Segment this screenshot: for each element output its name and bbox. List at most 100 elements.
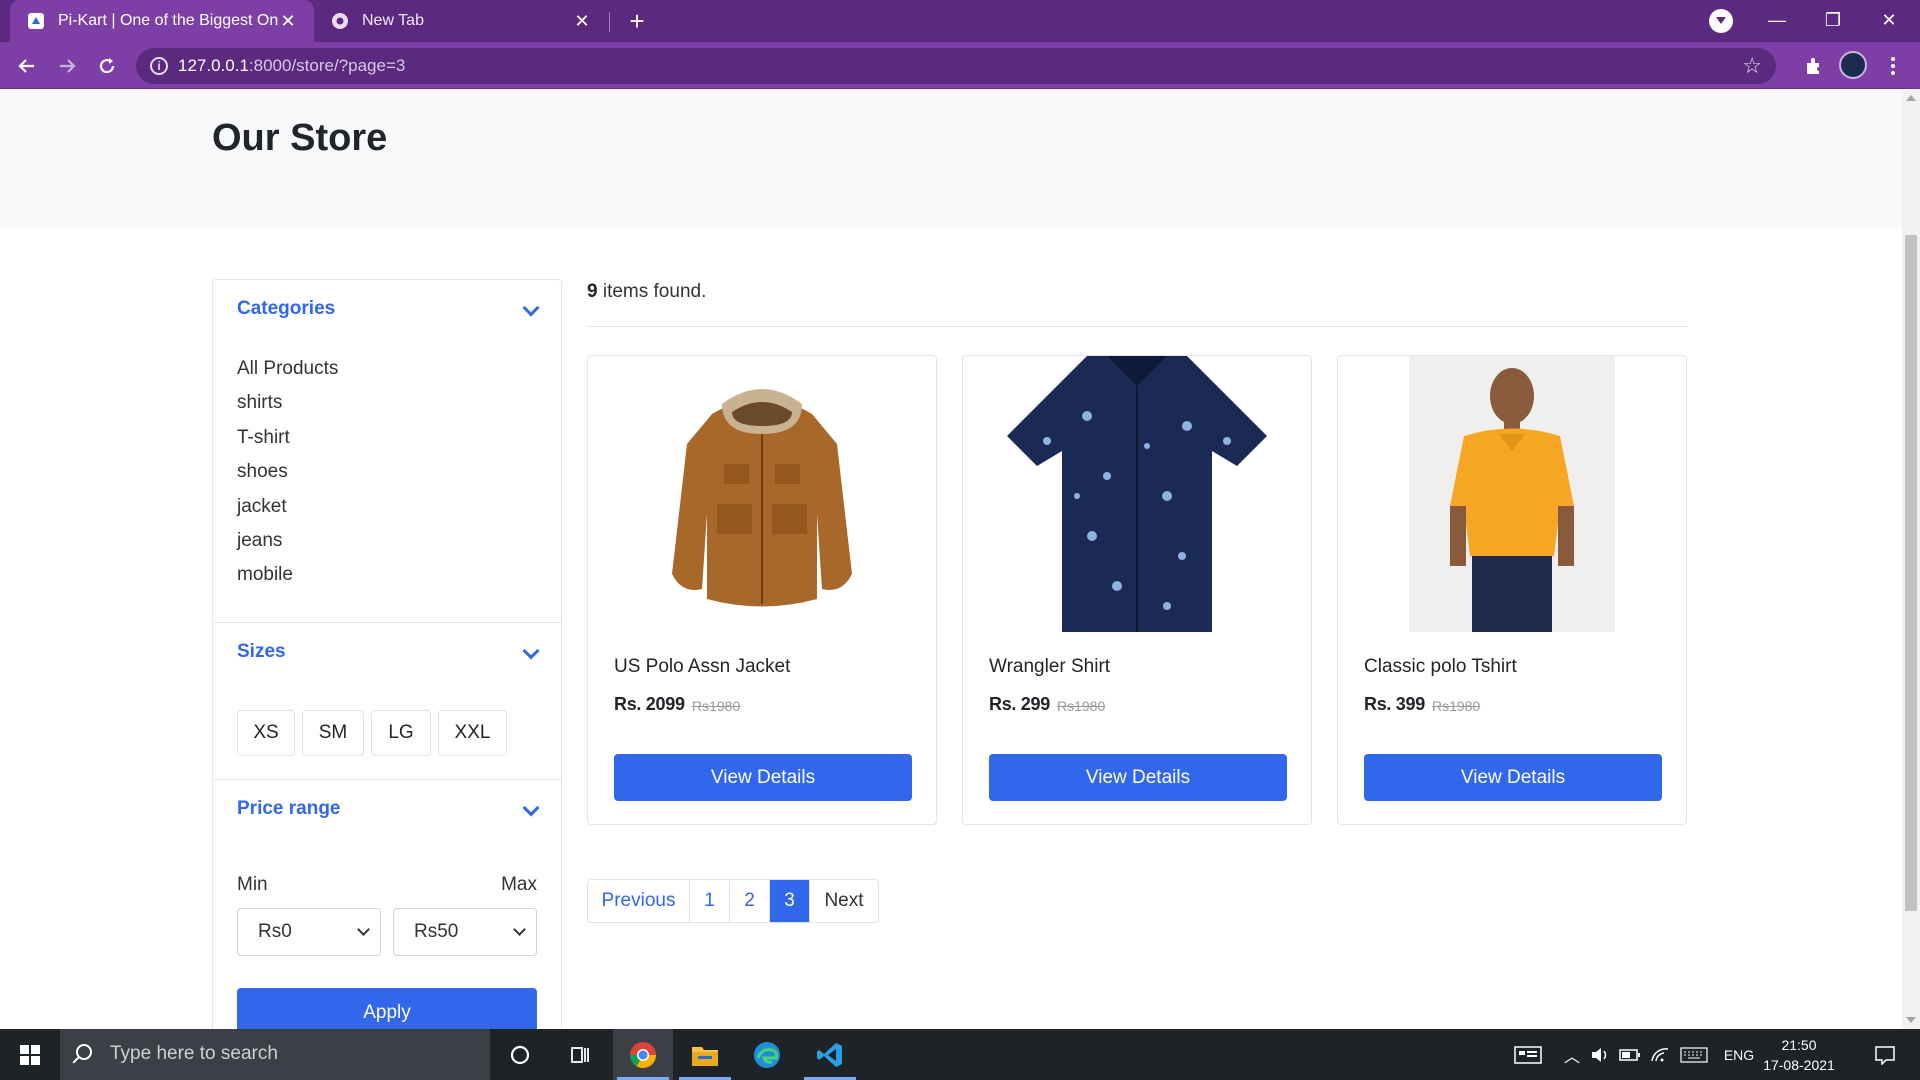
- pagination-page-3[interactable]: 3: [770, 880, 810, 922]
- pagination-page-2[interactable]: 2: [730, 880, 770, 922]
- vscode-icon[interactable]: [800, 1029, 860, 1080]
- touch-keyboard-icon[interactable]: [1677, 1029, 1711, 1080]
- max-price-label: Max: [501, 874, 537, 895]
- category-link[interactable]: shirts: [237, 386, 338, 420]
- categories-header[interactable]: Categories: [237, 298, 335, 320]
- minimize-icon[interactable]: —: [1749, 0, 1805, 42]
- price-range-header[interactable]: Price range: [237, 798, 341, 820]
- page-header: Our Store: [0, 89, 1902, 229]
- size-option-xs[interactable]: XS: [237, 710, 295, 756]
- browser-tab-strip: Pi-Kart | One of the Biggest Onlin ✕ New…: [0, 0, 1920, 42]
- keyboard-layout-icon[interactable]: [1510, 1029, 1546, 1080]
- task-view-icon[interactable]: [550, 1029, 610, 1080]
- category-link[interactable]: shoes: [237, 455, 338, 489]
- product-image-shirt[interactable]: [963, 356, 1311, 632]
- tab-pi-kart[interactable]: Pi-Kart | One of the Biggest Onlin ✕: [10, 0, 314, 42]
- max-price-select[interactable]: Rs50: [393, 908, 537, 956]
- extensions-icon[interactable]: [1796, 49, 1830, 83]
- size-option-sm[interactable]: SM: [302, 710, 364, 756]
- forward-icon[interactable]: [50, 49, 84, 83]
- windows-taskbar: Type here to search ︿ ENG 21:50 17-08-20…: [0, 1029, 1920, 1080]
- tab-close-icon[interactable]: ✕: [278, 11, 298, 32]
- product-image-polo[interactable]: [1338, 356, 1686, 632]
- product-old-price: Rs1980: [1432, 698, 1481, 714]
- show-hidden-icons-chevron-icon[interactable]: ︿: [1560, 1029, 1584, 1080]
- search-icon: [76, 1044, 92, 1060]
- product-name[interactable]: Wrangler Shirt: [989, 656, 1110, 678]
- categories-section: Categories All Products shirts T-shirt s…: [213, 280, 561, 623]
- items-found-text: 9 items found.: [587, 281, 706, 303]
- pagination-previous[interactable]: Previous: [588, 880, 690, 922]
- product-card: Classic polo Tshirt Rs. 399 Rs1980 View …: [1337, 355, 1687, 825]
- chrome-taskbar-icon[interactable]: [613, 1029, 673, 1080]
- tab-close-icon[interactable]: ✕: [572, 11, 592, 32]
- notification-center-icon[interactable]: [1862, 1029, 1908, 1080]
- product-name[interactable]: Classic polo Tshirt: [1364, 656, 1517, 678]
- scroll-thumb[interactable]: [1905, 235, 1917, 911]
- reload-icon[interactable]: [90, 49, 124, 83]
- category-link[interactable]: mobile: [237, 558, 338, 592]
- back-icon[interactable]: [10, 49, 44, 83]
- tab-new-tab[interactable]: New Tab ✕: [314, 0, 608, 42]
- min-price-select[interactable]: Rs0: [237, 908, 381, 956]
- system-clock[interactable]: 21:50 17-08-2021: [1762, 1035, 1836, 1075]
- chevron-down-icon[interactable]: [522, 299, 540, 317]
- cortana-icon[interactable]: [490, 1029, 550, 1080]
- results-divider: [587, 326, 1687, 327]
- bookmark-star-icon[interactable]: ☆: [1742, 53, 1762, 79]
- profile-avatar[interactable]: [1839, 51, 1867, 79]
- page-title: Our Store: [212, 117, 388, 159]
- category-list: All Products shirts T-shirt shoes jacket…: [237, 352, 338, 593]
- min-price-label: Min: [237, 874, 268, 895]
- browser-toolbar: i 127.0.0.1:8000/store/?page=3 ☆: [0, 42, 1920, 89]
- apply-button[interactable]: Apply: [237, 988, 537, 1029]
- category-link[interactable]: jeans: [237, 524, 338, 558]
- category-link[interactable]: All Products: [237, 352, 338, 386]
- product-old-price: Rs1980: [1057, 698, 1106, 714]
- size-option-lg[interactable]: LG: [371, 710, 431, 756]
- wifi-icon[interactable]: [1647, 1029, 1673, 1080]
- product-price: Rs. 2099: [614, 694, 685, 714]
- items-found-suffix: items found.: [597, 281, 707, 302]
- edge-icon[interactable]: [737, 1029, 797, 1080]
- volume-icon[interactable]: [1588, 1029, 1614, 1080]
- scroll-up-icon[interactable]: [1906, 95, 1916, 101]
- category-link[interactable]: T-shirt: [237, 421, 338, 455]
- chevron-down-icon[interactable]: [522, 642, 540, 660]
- clock-time: 21:50: [1781, 1037, 1817, 1053]
- tab-title: New Tab: [362, 12, 424, 29]
- size-option-xxl[interactable]: XXL: [438, 710, 507, 756]
- tab-separator: [609, 12, 610, 32]
- product-name[interactable]: US Polo Assn Jacket: [614, 656, 790, 678]
- page-content: Our Store Categories All Products shirts…: [0, 89, 1902, 1029]
- product-price: Rs. 299: [989, 694, 1050, 714]
- site-info-icon[interactable]: i: [150, 57, 168, 75]
- close-window-icon[interactable]: ✕: [1861, 0, 1917, 42]
- view-details-button[interactable]: View Details: [614, 754, 912, 801]
- sizes-header[interactable]: Sizes: [237, 641, 286, 663]
- menu-kebab-icon[interactable]: [1876, 49, 1910, 83]
- min-price-value: Rs0: [258, 921, 292, 942]
- filter-sidebar: Categories All Products shirts T-shirt s…: [212, 279, 562, 1029]
- view-details-button[interactable]: View Details: [1364, 754, 1662, 801]
- taskbar-search-box[interactable]: Type here to search: [60, 1029, 490, 1080]
- tab-search-icon[interactable]: [1709, 9, 1733, 33]
- pagination-page-1[interactable]: 1: [690, 880, 730, 922]
- tab-title: Pi-Kart | One of the Biggest Onlin: [58, 12, 278, 29]
- windows-start-icon[interactable]: [0, 1029, 60, 1080]
- product-card: US Polo Assn Jacket Rs. 2099 Rs1980 View…: [587, 355, 937, 825]
- battery-icon[interactable]: [1617, 1029, 1643, 1080]
- scroll-down-icon[interactable]: [1906, 1017, 1916, 1023]
- address-bar[interactable]: i 127.0.0.1:8000/store/?page=3 ☆: [136, 48, 1776, 84]
- language-indicator[interactable]: ENG: [1716, 1029, 1762, 1080]
- category-link[interactable]: jacket: [237, 490, 338, 524]
- product-image-jacket[interactable]: [588, 356, 936, 632]
- product-price: Rs. 399: [1364, 694, 1425, 714]
- pagination-next[interactable]: Next: [810, 880, 878, 922]
- file-explorer-icon[interactable]: [675, 1029, 735, 1080]
- chevron-down-icon[interactable]: [522, 799, 540, 817]
- restore-icon[interactable]: ❐: [1805, 0, 1861, 42]
- view-details-button[interactable]: View Details: [989, 754, 1287, 801]
- new-tab-button[interactable]: +: [622, 6, 652, 36]
- page-scrollbar[interactable]: [1902, 89, 1920, 1029]
